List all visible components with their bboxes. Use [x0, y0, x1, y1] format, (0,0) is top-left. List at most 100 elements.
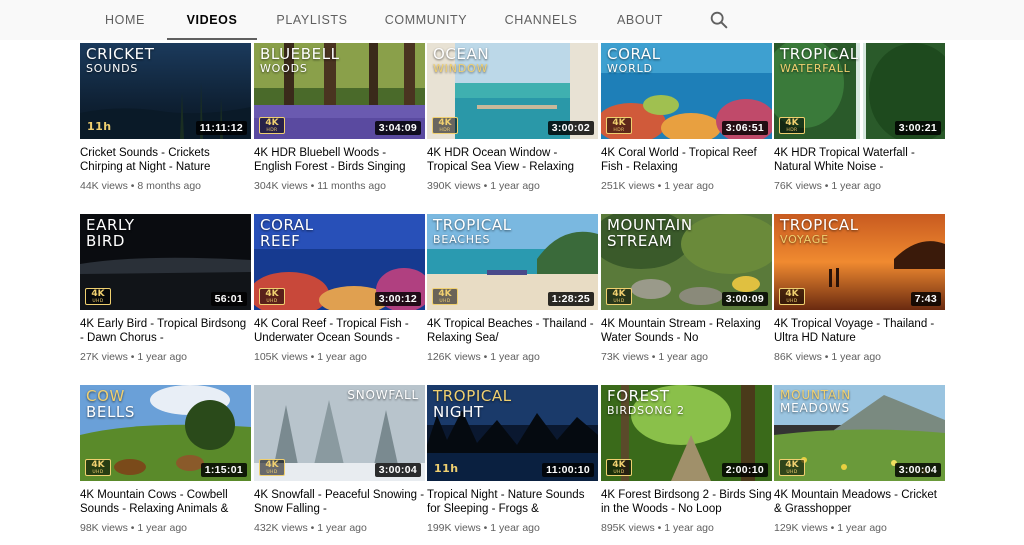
quality-badge: 4K UHD: [259, 459, 285, 476]
video-stats: 129K views • 1 year ago: [774, 522, 887, 534]
video-duration: 3:06:51: [721, 121, 768, 135]
video-title[interactable]: Tropical Night - Nature Sounds for Sleep…: [427, 489, 598, 516]
video-thumbnail[interactable]: SNOWFALL 4K UHD 3:00:04: [254, 385, 425, 481]
video-age: 1 year ago: [137, 522, 187, 534]
video-card[interactable]: TROPICAL VOYAGE 4K UHD 7:43 4K Tropical V…: [774, 214, 945, 374]
quality-badge: 4K UHD: [432, 288, 458, 305]
video-title[interactable]: 4K Coral Reef - Tropical Fish - Underwat…: [254, 318, 425, 345]
video-age: 1 year ago: [831, 180, 881, 192]
video-title[interactable]: 4K Mountain Cows - Cowbell Sounds - Rela…: [80, 489, 251, 516]
video-title[interactable]: 4K Mountain Meadows - Cricket & Grasshop…: [774, 489, 945, 516]
thumbnail-title-text: TROPICAL NIGHT: [433, 387, 512, 421]
video-duration: 3:00:04: [894, 463, 941, 477]
video-card[interactable]: TROPICAL NIGHT 11h 11:00:10 Tropical Nig…: [427, 385, 598, 545]
quality-badge: 4K HDR: [779, 117, 805, 134]
video-duration: 3:00:02: [547, 121, 594, 135]
video-title[interactable]: 4K HDR Bluebell Woods - English Forest -…: [254, 147, 425, 174]
video-views: 304K views: [254, 180, 308, 192]
tab-channels[interactable]: CHANNELS: [500, 0, 582, 40]
video-title[interactable]: 4K Tropical Voyage - Thailand - Ultra HD…: [774, 318, 945, 345]
video-thumbnail[interactable]: TROPICAL BEACHES 4K UHD 1:28:25: [427, 214, 598, 310]
video-card[interactable]: COW BELLS 4K UHD 1:15:01 4K Mountain Cows…: [80, 385, 251, 545]
quality-badge: 4K UHD: [779, 459, 805, 476]
video-title[interactable]: 4K Mountain Stream - Relaxing Water Soun…: [601, 318, 772, 345]
video-views: 390K views: [427, 180, 481, 192]
video-meta: 4K Coral World - Tropical Reef Fish - Re…: [601, 147, 772, 192]
video-thumbnail[interactable]: TROPICAL VOYAGE 4K UHD 7:43: [774, 214, 945, 310]
video-meta: 4K Mountain Meadows - Cricket & Grasshop…: [774, 489, 945, 534]
video-meta: 4K HDR Tropical Waterfall - Natural Whit…: [774, 147, 945, 192]
video-age: 1 year ago: [137, 351, 187, 363]
tab-community[interactable]: COMMUNITY: [380, 0, 472, 40]
video-card[interactable]: MOUNTAIN MEADOWS 4K UHD 3:00:04 4K Mounta…: [774, 385, 945, 545]
video-views: 105K views: [254, 351, 308, 363]
video-thumbnail[interactable]: TROPICAL WATERFALL 4K HDR 3:00:21: [774, 43, 945, 139]
video-title[interactable]: 4K Forest Birdsong 2 - Birds Sing in the…: [601, 489, 772, 516]
thumbnail-title-text: SNOWFALL: [347, 388, 419, 402]
tab-about[interactable]: ABOUT: [610, 0, 670, 40]
video-thumbnail[interactable]: EARLY BIRD 4K UHD 56:01: [80, 214, 251, 310]
video-thumbnail[interactable]: MOUNTAIN MEADOWS 4K UHD 3:00:04: [774, 385, 945, 481]
video-card[interactable]: CORAL REEF 4K UHD 3:00:12 4K Coral Reef -…: [254, 214, 425, 374]
tab-home[interactable]: HOME: [96, 0, 154, 40]
video-thumbnail[interactable]: BLUEBELL WOODS 4K HDR 3:04:09: [254, 43, 425, 139]
video-card[interactable]: BLUEBELL WOODS 4K HDR 3:04:09 4K HDR Blue…: [254, 43, 425, 203]
video-duration: 3:00:21: [894, 121, 941, 135]
video-title[interactable]: 4K Snowfall - Peaceful Snowing - Snow Fa…: [254, 489, 425, 516]
video-views: 251K views: [601, 180, 655, 192]
tab-videos[interactable]: VIDEOS: [167, 0, 257, 40]
video-views: 199K views: [427, 522, 481, 534]
video-age: 1 year ago: [490, 180, 540, 192]
thumbnail-title-text: OCEAN WINDOW: [433, 45, 490, 75]
video-meta: 4K Mountain Stream - Relaxing Water Soun…: [601, 318, 772, 363]
video-card[interactable]: TROPICAL WATERFALL 4K HDR 3:00:21 4K HDR …: [774, 43, 945, 203]
video-duration: 2:00:10: [721, 463, 768, 477]
video-thumbnail[interactable]: CRICKET SOUNDS 11h 11:11:12: [80, 43, 251, 139]
video-card[interactable]: SNOWFALL 4K UHD 3:00:04 4K Snowfall - Pea…: [254, 385, 425, 545]
quality-badge: 4K UHD: [606, 288, 632, 305]
channel-search-button[interactable]: [708, 9, 730, 31]
video-age: 1 year ago: [664, 522, 714, 534]
video-card[interactable]: OCEAN WINDOW 4K HDR 3:00:02 4K HDR Ocean …: [427, 43, 598, 203]
thumbnail-title-text: FOREST BIRDSONG 2: [607, 387, 685, 417]
video-card[interactable]: CORAL WORLD 4K HDR 3:06:51 4K Coral World…: [601, 43, 772, 203]
video-thumbnail[interactable]: CORAL REEF 4K UHD 3:00:12: [254, 214, 425, 310]
video-card[interactable]: TROPICAL BEACHES 4K UHD 1:28:25 4K Tropic…: [427, 214, 598, 374]
video-views: 86K views: [774, 351, 822, 363]
thumbnail-title-text: COW BELLS: [86, 387, 136, 421]
video-title[interactable]: 4K HDR Tropical Waterfall - Natural Whit…: [774, 147, 945, 174]
quality-badge: 4K UHD: [85, 288, 111, 305]
video-title[interactable]: 4K Early Bird - Tropical Birdsong - Dawn…: [80, 318, 251, 345]
thumbnail-title-text: CRICKET SOUNDS: [86, 45, 155, 75]
video-title[interactable]: Cricket Sounds - Crickets Chirping at Ni…: [80, 147, 251, 174]
thumbnail-title-text: CORAL REEF: [260, 216, 314, 250]
video-age: 1 year ago: [490, 351, 540, 363]
video-title[interactable]: 4K Tropical Beaches - Thailand - Relaxin…: [427, 318, 598, 345]
video-card[interactable]: CRICKET SOUNDS 11h 11:11:12 Cricket Soun…: [80, 43, 251, 203]
video-thumbnail[interactable]: TROPICAL NIGHT 11h 11:00:10: [427, 385, 598, 481]
video-duration: 3:00:09: [721, 292, 768, 306]
quality-badge: 4K UHD: [259, 288, 285, 305]
video-title[interactable]: 4K HDR Ocean Window - Tropical Sea View …: [427, 147, 598, 174]
video-thumbnail[interactable]: CORAL WORLD 4K HDR 3:06:51: [601, 43, 772, 139]
video-duration: 1:28:25: [547, 292, 594, 306]
video-duration: 56:01: [210, 292, 247, 306]
video-thumbnail[interactable]: MOUNTAIN STREAM 4K UHD 3:00:09: [601, 214, 772, 310]
video-views: 432K views: [254, 522, 308, 534]
video-card[interactable]: FOREST BIRDSONG 2 4K UHD 2:00:10 4K Fores…: [601, 385, 772, 545]
video-card[interactable]: MOUNTAIN STREAM 4K UHD 3:00:09 4K Mountai…: [601, 214, 772, 374]
video-thumbnail[interactable]: OCEAN WINDOW 4K HDR 3:00:02: [427, 43, 598, 139]
video-stats: 86K views • 1 year ago: [774, 351, 881, 363]
search-icon: [710, 11, 728, 29]
video-meta: 4K Snowfall - Peaceful Snowing - Snow Fa…: [254, 489, 425, 534]
video-age: 1 year ago: [490, 522, 540, 534]
video-thumbnail[interactable]: FOREST BIRDSONG 2 4K UHD 2:00:10: [601, 385, 772, 481]
video-title[interactable]: 4K Coral World - Tropical Reef Fish - Re…: [601, 147, 772, 174]
video-stats: 126K views • 1 year ago: [427, 351, 540, 363]
video-age: 11 months ago: [317, 180, 386, 192]
video-stats: 98K views • 1 year ago: [80, 522, 187, 534]
video-card[interactable]: EARLY BIRD 4K UHD 56:01 4K Early Bird - T…: [80, 214, 251, 374]
tab-playlists[interactable]: PLAYLISTS: [270, 0, 354, 40]
video-thumbnail[interactable]: COW BELLS 4K UHD 1:15:01: [80, 385, 251, 481]
video-views: 27K views: [80, 351, 128, 363]
